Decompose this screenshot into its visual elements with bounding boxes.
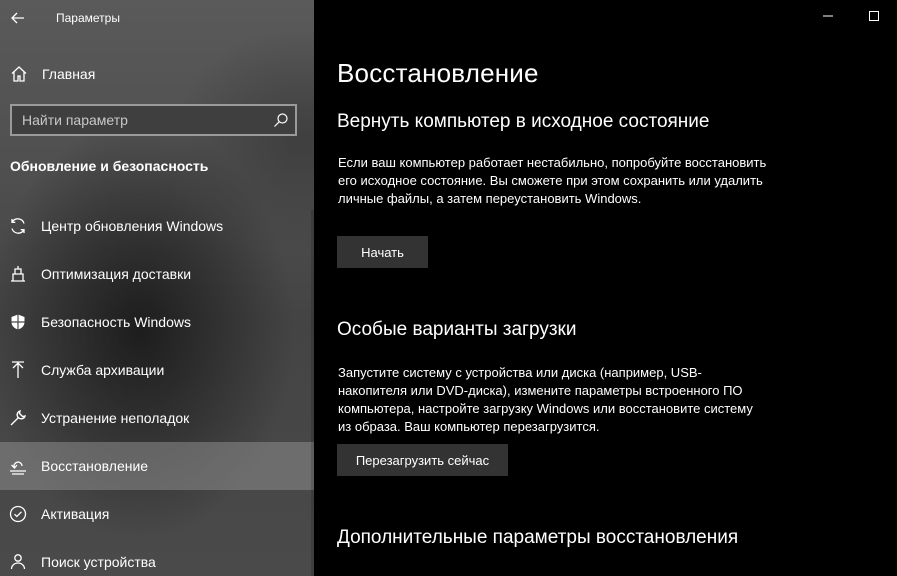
person-pin-icon <box>9 553 27 571</box>
sidebar-item-troubleshoot[interactable]: Устранение неполадок <box>0 394 314 442</box>
sidebar-item-delivery-optimization[interactable]: Оптимизация доставки <box>0 250 314 298</box>
advanced-startup-heading: Особые варианты загрузки <box>337 319 577 340</box>
sidebar-item-label: Оптимизация доставки <box>41 266 192 282</box>
restart-now-button[interactable]: Перезагрузить сейчас <box>337 444 508 476</box>
sidebar-item-windows-update[interactable]: Центр обновления Windows <box>0 202 314 250</box>
title-bar: Параметры <box>0 0 314 36</box>
search-icon[interactable] <box>273 112 289 128</box>
sidebar-item-activation[interactable]: Активация <box>0 490 314 538</box>
sidebar-item-windows-security[interactable]: Безопасность Windows <box>0 298 314 346</box>
sidebar-item-label: Поиск устройства <box>41 554 156 570</box>
sidebar-item-find-device[interactable]: Поиск устройства <box>0 538 314 576</box>
page-title: Восстановление <box>337 58 539 88</box>
sidebar-item-label: Центр обновления Windows <box>41 218 224 234</box>
more-options-link[interactable] <box>337 572 697 576</box>
home-nav-item[interactable]: Главная <box>0 58 314 90</box>
sidebar-item-backup[interactable]: Служба архивации <box>0 346 314 394</box>
search-input[interactable] <box>12 112 273 128</box>
back-button[interactable] <box>0 0 36 36</box>
sidebar-item-label: Безопасность Windows <box>41 314 191 330</box>
sidebar-item-label: Служба архивации <box>41 362 165 378</box>
backup-arrow-icon <box>9 361 27 379</box>
advanced-startup-description: Запустите систему с устройства или диска… <box>338 365 753 434</box>
shield-icon <box>9 313 27 331</box>
check-circle-icon <box>9 505 27 523</box>
reset-heading: Вернуть компьютер в исходное состояние <box>337 111 710 132</box>
back-arrow-icon <box>11 12 24 24</box>
sidebar-nav: Центр обновления Windows Оптимизация дос… <box>0 202 314 576</box>
more-options-heading: Дополнительные параметры восстановления <box>337 527 739 548</box>
section-title: Обновление и безопасность <box>10 158 209 174</box>
minimize-icon <box>823 15 833 17</box>
reset-start-button[interactable]: Начать <box>337 236 428 268</box>
sync-icon <box>9 217 27 235</box>
maximize-button[interactable] <box>851 0 897 32</box>
main-content: Восстановление Вернуть компьютер в исход… <box>314 0 897 576</box>
sidebar: Параметры Главная Обновление и безопасно… <box>0 0 314 576</box>
sidebar-item-recovery[interactable]: Восстановление <box>0 442 314 490</box>
app-title: Параметры <box>56 11 120 25</box>
sidebar-item-label: Активация <box>41 506 110 522</box>
wrench-icon <box>9 409 27 427</box>
window-controls <box>805 0 897 32</box>
sidebar-item-label: Восстановление <box>41 458 149 474</box>
maximize-icon <box>869 11 879 21</box>
recovery-icon <box>9 457 27 475</box>
home-icon <box>11 66 27 82</box>
search-box[interactable] <box>10 104 297 136</box>
delivery-icon <box>9 265 27 283</box>
sidebar-item-label: Устранение неполадок <box>41 410 190 426</box>
minimize-button[interactable] <box>805 0 851 32</box>
home-label: Главная <box>42 66 96 82</box>
reset-description: Если ваш компьютер работает нестабильно,… <box>338 155 767 206</box>
